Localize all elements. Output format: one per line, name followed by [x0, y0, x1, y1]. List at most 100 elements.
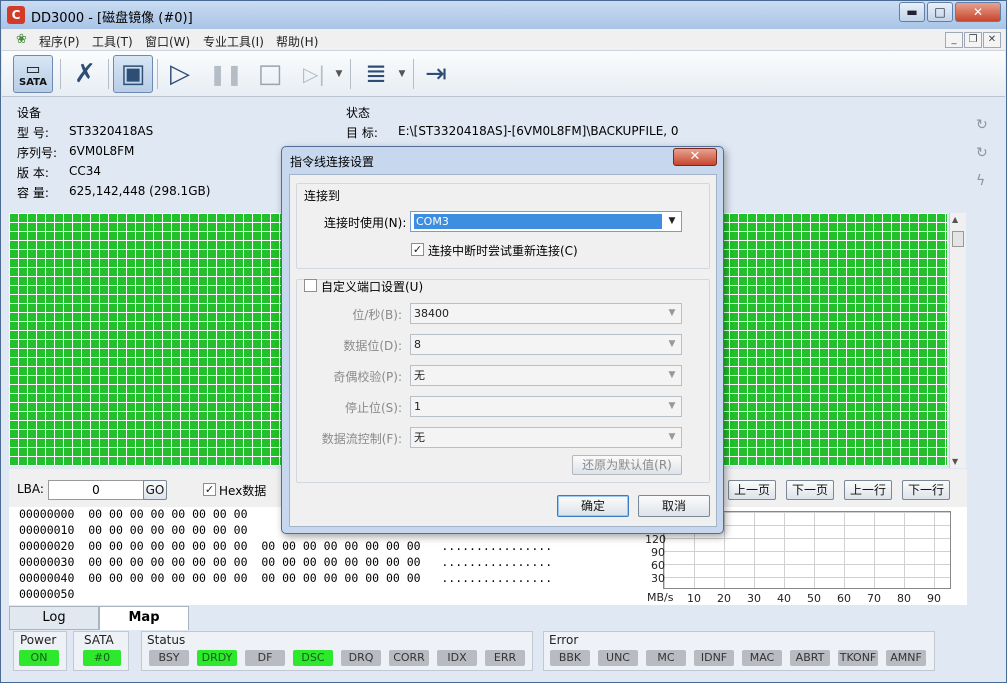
refresh-icon[interactable]: ↻ — [976, 111, 988, 139]
reconnect-checkbox[interactable]: ✓ — [411, 243, 424, 256]
disk-image-button[interactable]: ▣ — [113, 55, 153, 93]
mdi-restore-button[interactable]: ❐ — [964, 32, 982, 48]
window-title: DD3000 - [磁盘镜像 (#0)] — [31, 11, 193, 26]
toolbar-separator — [108, 59, 109, 89]
mdi-close-button[interactable]: ✕ — [983, 32, 1001, 48]
sata-port-label: SATA — [19, 76, 47, 88]
sata-port-button[interactable]: ▭ SATA — [13, 55, 53, 93]
maximize-button[interactable]: □ — [927, 2, 953, 22]
device-header: 设备 — [17, 106, 42, 120]
device-model-value: ST3320418AS — [69, 124, 154, 138]
menu-window[interactable]: 窗口(W) — [145, 33, 190, 50]
hex-row: 00000040 00 00 00 00 00 00 00 00 00 00 0… — [19, 571, 552, 585]
hex-address: 00000030 — [19, 555, 75, 569]
toolbar-separator — [413, 59, 414, 89]
tools-wrench-button[interactable]: ✗ — [65, 55, 105, 93]
custom-port-label: 自定义端口设置(U) — [321, 280, 424, 294]
next-line-button[interactable]: 下一行 — [902, 480, 950, 500]
hex-address: 00000020 — [19, 539, 75, 553]
error-flag-abrt: ABRT — [790, 650, 830, 666]
device-capacity-value: 625,142,448 (298.1GB) — [69, 184, 211, 198]
y-tick: 30 — [651, 572, 665, 585]
chevron-down-icon: ▼ — [335, 69, 343, 79]
stop-bits-select[interactable]: 1 ▼ — [410, 396, 682, 417]
dialog-body: 连接到 连接时使用(N): COM3 ▼ ✓ 连接中断时尝试重新连接(C) 自定… — [289, 174, 717, 527]
sata-badge: #0 — [83, 650, 121, 666]
next-page-button[interactable]: 下一页 — [786, 480, 834, 500]
scroll-up-icon[interactable]: ▲ — [952, 215, 958, 224]
exit-door-icon: ⇥ — [425, 59, 447, 89]
hex-row: 00000020 00 00 00 00 00 00 00 00 00 00 0… — [19, 539, 552, 553]
tab-map[interactable]: Map — [99, 606, 189, 630]
data-bits-label: 数据位(D): — [343, 339, 402, 353]
data-bits-value: 8 — [414, 338, 421, 351]
exit-button[interactable]: ⇥ — [416, 55, 456, 93]
data-bits-select[interactable]: 8 ▼ — [410, 334, 682, 355]
hex-data-checkbox[interactable]: ✓ — [203, 483, 216, 496]
menu-help[interactable]: 帮助(H) — [276, 33, 318, 50]
lba-input[interactable]: 0 — [48, 480, 144, 500]
device-capacity-label: 容 量: — [17, 186, 49, 200]
skip-button[interactable]: ▷| — [294, 55, 334, 93]
parity-select[interactable]: 无 ▼ — [410, 365, 682, 386]
use-port-value: COM3 — [414, 214, 662, 229]
status-flags-label: Status — [147, 633, 186, 647]
play-icon: ▷ — [170, 59, 190, 89]
y-unit: MB/s — [647, 591, 674, 604]
status-flag-drq: DRQ — [341, 650, 381, 666]
device-firmware-value: CC34 — [69, 164, 102, 178]
device-serial-value: 6VM0L8FM — [69, 144, 135, 158]
ok-button[interactable]: 确定 — [557, 495, 629, 517]
lba-label: LBA: — [17, 482, 44, 496]
device-panel: 设备 型 号: ST3320418AS 序列号: 6VM0L8FM 版 本: C… — [9, 102, 327, 209]
baud-rate-select[interactable]: 38400 ▼ — [410, 303, 682, 324]
chevron-down-icon: ▼ — [668, 339, 676, 349]
hex-bytes: 00 00 00 00 00 00 00 00 — [88, 507, 248, 521]
prev-line-button[interactable]: 上一行 — [844, 480, 892, 500]
chevron-down-icon: ▼ — [668, 308, 676, 318]
hex-address: 00000050 — [19, 587, 75, 601]
scroll-thumb[interactable] — [952, 231, 964, 247]
menu-bar: ❀ 程序(P) 工具(T) 窗口(W) 专业工具(I) 帮助(H) _ ❐ ✕ — [2, 29, 1005, 51]
menu-tools[interactable]: 工具(T) — [92, 33, 133, 50]
pause-button[interactable]: ❚❚ — [206, 55, 246, 93]
sector-map-scrollbar[interactable]: ▲ ▼ — [949, 213, 966, 468]
flow-control-label: 数据流控制(F): — [321, 432, 402, 446]
sata-status-label: SATA — [84, 633, 114, 647]
hex-address: 00000000 — [19, 507, 75, 521]
use-port-select[interactable]: COM3 ▼ — [410, 211, 682, 232]
database-dropdown-button[interactable]: ▼ — [395, 55, 409, 93]
hex-address: 00000010 — [19, 523, 75, 537]
skip-dropdown-button[interactable]: ▼ — [332, 55, 346, 93]
flow-control-select[interactable]: 无 ▼ — [410, 427, 682, 448]
menu-program[interactable]: 程序(P) — [39, 33, 80, 50]
database-stack-icon: ≣ — [365, 59, 387, 89]
tab-log[interactable]: Log — [9, 606, 99, 630]
lightning-icon[interactable]: ϟ — [976, 167, 988, 195]
custom-port-checkbox[interactable] — [304, 279, 317, 292]
hex-row: 00000010 00 00 00 00 00 00 00 00 — [19, 523, 248, 537]
connect-group-label: 连接到 — [304, 189, 341, 203]
mdi-minimize-button[interactable]: _ — [945, 32, 963, 48]
baud-rate-label: 位/秒(B): — [352, 308, 402, 322]
hex-row: 00000000 00 00 00 00 00 00 00 00 — [19, 507, 248, 521]
scroll-down-icon[interactable]: ▼ — [952, 457, 958, 466]
menu-pro-tools[interactable]: 专业工具(I) — [203, 33, 264, 50]
go-button[interactable]: GO — [143, 480, 167, 500]
stop-button[interactable]: □ — [250, 55, 290, 93]
status-target-value: E:\[ST3320418AS]-[6VM0L8FM]\BACKUPFILE, … — [398, 124, 679, 138]
restore-defaults-button[interactable]: 还原为默认值(R) — [572, 455, 682, 475]
dialog-close-button[interactable]: ✕ — [673, 148, 717, 166]
cancel-button[interactable]: 取消 — [638, 495, 710, 517]
refresh-icon[interactable]: ↻ — [976, 139, 988, 167]
error-flag-idnf: IDNF — [694, 650, 734, 666]
side-tool-strip: ↻ ↻ ϟ — [976, 111, 988, 195]
minimize-button[interactable]: ▬ — [899, 2, 925, 22]
error-flag-amnf: AMNF — [886, 650, 926, 666]
toolbar: ▭ SATA ✗ ▣ ▷ ❚❚ □ ▷| ▼ ≣ ▼ ⇥ — [2, 51, 1005, 97]
prev-page-button[interactable]: 上一页 — [728, 480, 776, 500]
start-button[interactable]: ▷ — [160, 55, 200, 93]
close-button[interactable]: ✕ — [955, 2, 1001, 22]
sata-connector-icon: ▭ — [25, 58, 41, 78]
database-button[interactable]: ≣ — [356, 55, 396, 93]
